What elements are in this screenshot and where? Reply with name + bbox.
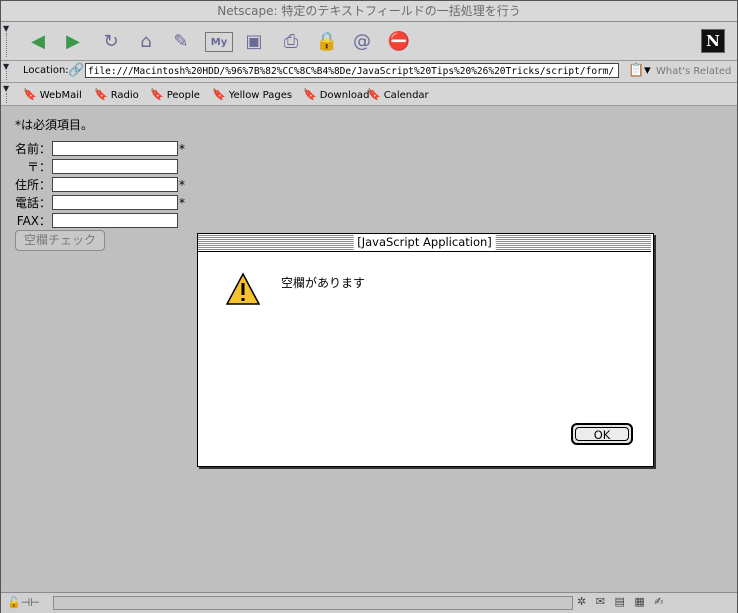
- netscape-logo[interactable]: N: [701, 29, 725, 53]
- browser-window: Netscape: 特定のテキストフィールドの一括処理を行う ▼ ◀ ▶ ↻ ⌂ ✎ My…: [0, 0, 738, 613]
- required-marker: *: [179, 196, 185, 210]
- address-input[interactable]: [52, 177, 178, 192]
- stop-icon: ⛔: [387, 30, 411, 52]
- ok-button-label: OK: [575, 427, 629, 442]
- personal-collapse-grip[interactable]: ▼: [3, 84, 13, 103]
- fax-input[interactable]: [52, 213, 178, 228]
- bookmark-webmail[interactable]: 🔖 WebMail: [23, 88, 82, 101]
- bookmark-label: WebMail: [39, 90, 82, 101]
- bookmark-icon: 🔖: [150, 88, 164, 101]
- home-icon: ⌂: [140, 30, 152, 52]
- bookmark-yellow-pages[interactable]: 🔖 Yellow Pages: [212, 88, 292, 101]
- window-titlebar[interactable]: Netscape: 特定のテキストフィールドの一括処理を行う: [1, 1, 737, 22]
- bookmark-label: Radio: [110, 90, 139, 101]
- images-button[interactable]: ▣: [241, 28, 267, 54]
- field-label-name: 名前：: [15, 142, 52, 156]
- print-button[interactable]: ⎙: [278, 28, 304, 54]
- collapse-triangle-icon: ▼: [3, 24, 10, 33]
- collapse-triangle-icon: ▼: [3, 62, 10, 71]
- navigator-icon[interactable]: ✲: [577, 595, 586, 608]
- blank-check-button[interactable]: 空欄チェック: [15, 230, 105, 251]
- bookmark-icon: 🔖: [94, 88, 108, 101]
- home-button[interactable]: ⌂: [133, 28, 159, 54]
- search-icon: ✎: [173, 30, 189, 52]
- images-icon: ▣: [245, 30, 263, 52]
- toolbar-collapse-grip[interactable]: ▼: [3, 24, 13, 57]
- address-book-icon[interactable]: ▦: [634, 595, 644, 608]
- bookmark-radio[interactable]: 🔖 Radio: [94, 88, 139, 101]
- navigation-toolbar: ▼ ◀ ▶ ↻ ⌂ ✎ My ▣ ⎙ 🔒 @ ⛔ N: [1, 22, 737, 61]
- shop-icon: @: [353, 30, 371, 52]
- collapse-triangle-icon: ▼: [3, 84, 10, 93]
- security-button[interactable]: 🔒: [314, 28, 340, 54]
- page-content: *は必須項目。 名前： * 〒： 住所： * 電話： * FAX： 空欄チェック [JavaS…: [1, 106, 737, 591]
- bookmark-icon: 🔖: [367, 88, 381, 101]
- dialog-message: 空欄があります: [281, 276, 366, 290]
- field-label-address: 住所：: [15, 178, 52, 192]
- warning-icon: [226, 272, 260, 305]
- reload-icon: ↻: [103, 30, 119, 52]
- search-button[interactable]: ✎: [168, 28, 194, 54]
- location-collapse-grip[interactable]: ▼: [3, 62, 13, 80]
- whats-related-icon[interactable]: 📋▾: [628, 63, 651, 78]
- my-netscape-button[interactable]: My: [205, 32, 233, 52]
- field-label-phone: 電話：: [15, 196, 52, 210]
- required-marker: *: [179, 178, 185, 192]
- form-row-name: 名前： *: [15, 141, 195, 157]
- bookmark-icon: 🔖: [23, 88, 37, 101]
- form-row-address: 住所： *: [15, 177, 195, 193]
- newsgroup-icon[interactable]: ▤: [614, 595, 624, 608]
- postal-code-input[interactable]: [52, 159, 178, 174]
- bookmark-download[interactable]: 🔖 Download: [303, 88, 369, 101]
- bookmark-calendar[interactable]: 🔖 Calendar: [367, 88, 429, 101]
- back-icon: ◀: [31, 30, 45, 52]
- alert-dialog: [JavaScript Application] 空欄があります OK: [197, 233, 654, 467]
- bookmark-label: Calendar: [383, 90, 429, 101]
- whats-related-button[interactable]: What's Related: [656, 66, 731, 77]
- location-label: Location:: [23, 65, 69, 76]
- back-button[interactable]: ◀: [25, 28, 51, 54]
- reload-button[interactable]: ↻: [98, 28, 124, 54]
- personal-toolbar: ▼ 🔖 WebMail 🔖 Radio 🔖 People 🔖 Yellow Pages 🔖 Dow…: [1, 83, 737, 106]
- form-row-postal-code: 〒：: [15, 159, 195, 175]
- bookmark-label: Yellow Pages: [228, 90, 293, 101]
- security-status-icon[interactable]: 🔓⊣⊢: [7, 596, 40, 609]
- forward-button[interactable]: ▶: [60, 28, 86, 54]
- required-note: *は必須項目。: [15, 118, 94, 132]
- status-bar: 🔓⊣⊢ ✲ ✉ ▤ ▦ ✍: [1, 592, 737, 613]
- stop-button[interactable]: ⛔: [386, 28, 412, 54]
- field-label-fax: FAX：: [16, 214, 51, 228]
- bookmark-icon: 🔖: [303, 88, 317, 101]
- bookmark-label: People: [166, 90, 200, 101]
- form-row-fax: FAX：: [15, 213, 195, 229]
- dialog-title: [JavaScript Application]: [353, 235, 496, 250]
- shop-button[interactable]: @: [349, 28, 375, 54]
- status-progress-area: [53, 596, 573, 610]
- location-input[interactable]: file:///Macintosh%20HDD/%96%7B%82%CC%8C%…: [85, 63, 619, 78]
- name-input[interactable]: [52, 141, 178, 156]
- mail-icon[interactable]: ✉: [596, 595, 605, 608]
- my-netscape-icon: My: [210, 36, 228, 48]
- print-icon: ⎙: [283, 30, 299, 52]
- security-icon: 🔒: [315, 30, 339, 52]
- composer-icon[interactable]: ✍: [654, 595, 663, 608]
- ok-button[interactable]: OK: [571, 423, 633, 445]
- location-bar: ▼ Location: 🔗 file:///Macintosh%20HDD/%9…: [1, 61, 737, 83]
- dialog-titlebar[interactable]: [JavaScript Application]: [198, 234, 651, 252]
- phone-input[interactable]: [52, 195, 178, 210]
- field-label-postal-code: 〒：: [26, 160, 51, 174]
- page-proxy-icon[interactable]: 🔗: [68, 63, 84, 78]
- forward-icon: ▶: [66, 30, 80, 52]
- required-marker: *: [179, 142, 185, 156]
- bookmark-people[interactable]: 🔖 People: [150, 88, 200, 101]
- form-row-phone: 電話： *: [15, 195, 195, 211]
- component-bar: ✲ ✉ ▤ ▦ ✍: [577, 595, 669, 608]
- window-title: Netscape: 特定のテキストフィールドの一括処理を行う: [217, 4, 521, 18]
- bookmark-label: Download: [319, 90, 370, 101]
- bookmark-icon: 🔖: [212, 88, 226, 101]
